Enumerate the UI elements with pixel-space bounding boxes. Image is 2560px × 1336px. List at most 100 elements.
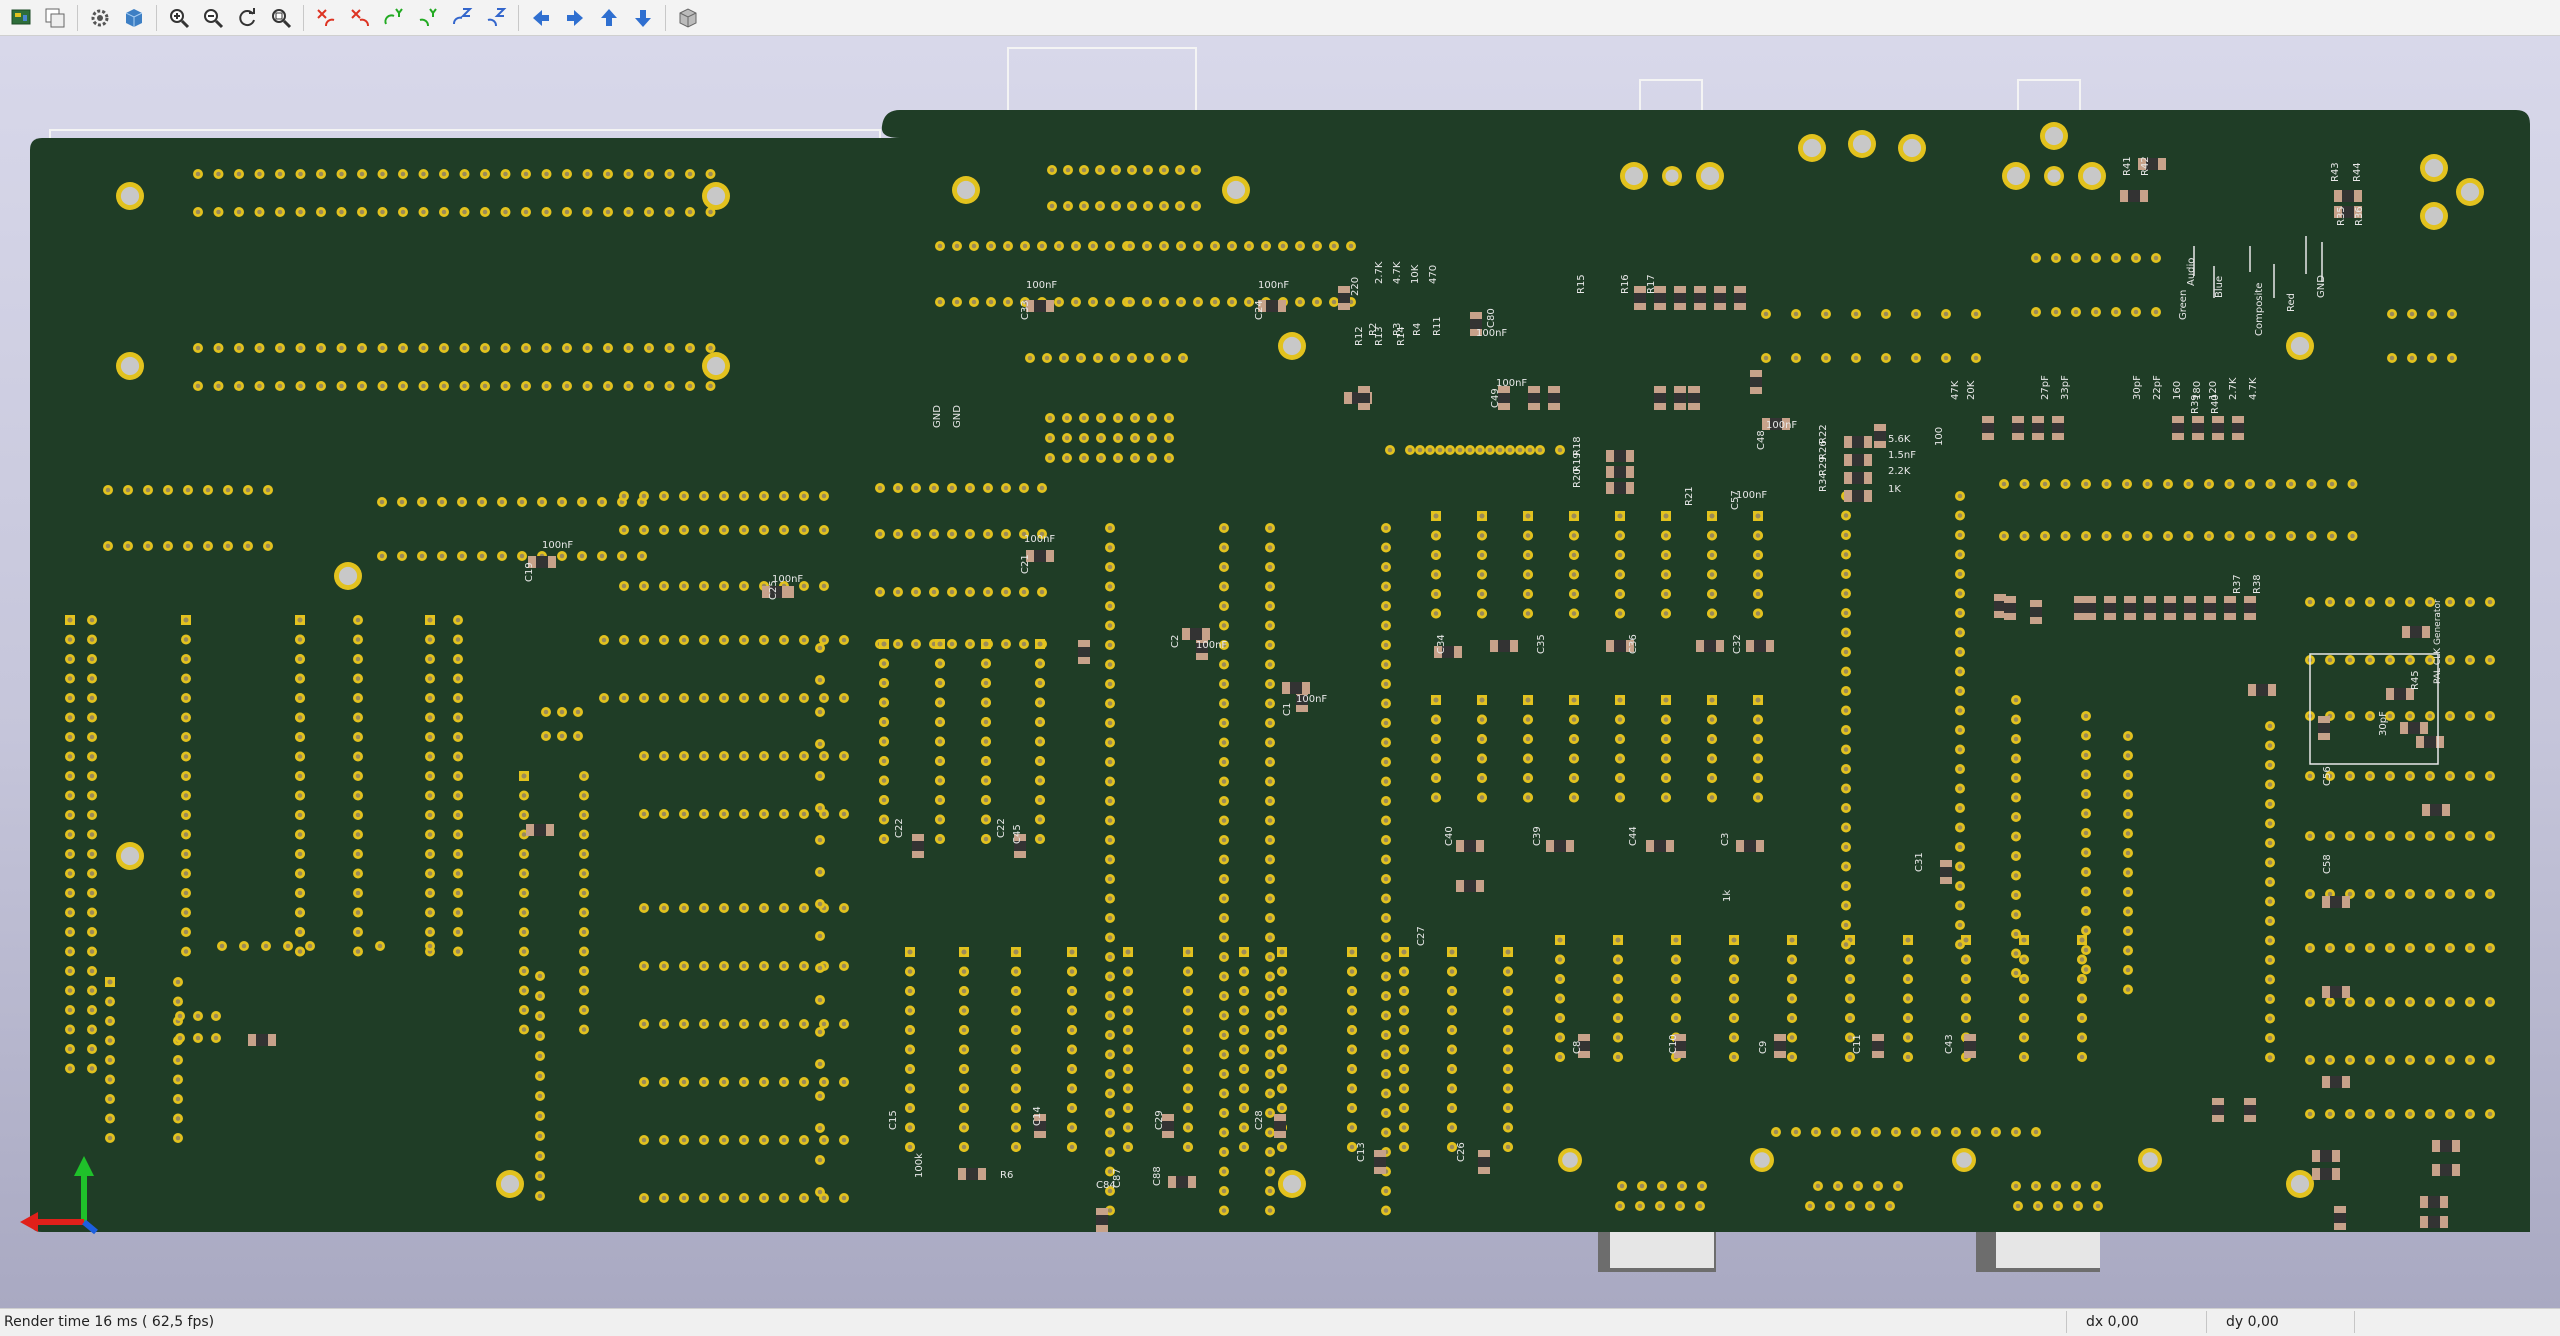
pad-hole xyxy=(1479,795,1485,800)
pad-hole xyxy=(482,209,488,215)
pad-hole xyxy=(1843,669,1849,674)
pad-hole xyxy=(2487,833,2493,839)
pad-hole xyxy=(1241,969,1247,974)
pad-hole xyxy=(380,383,385,389)
rotate-y-cw-button[interactable] xyxy=(379,3,409,33)
pad-hole xyxy=(1709,591,1715,597)
pad-hole xyxy=(1383,915,1389,921)
smd-part xyxy=(2184,596,2196,620)
pad-hole xyxy=(195,1013,201,1019)
pad-hole xyxy=(2367,1111,2373,1117)
pad-hole xyxy=(967,589,973,595)
pad-hole xyxy=(579,553,585,559)
pad-hole xyxy=(2467,773,2473,779)
pcb-editor-button[interactable] xyxy=(6,3,36,33)
pad-hole xyxy=(2449,311,2455,317)
pad-hole xyxy=(1013,1086,1019,1091)
move-up-button[interactable] xyxy=(594,3,624,33)
pad-hole xyxy=(821,1021,827,1027)
preferences-button[interactable] xyxy=(85,3,115,33)
pad-hole xyxy=(2367,891,2373,897)
redraw-button[interactable] xyxy=(232,3,262,33)
pad-hole xyxy=(1073,243,1079,249)
pad-hole xyxy=(2013,756,2019,761)
pad-hole xyxy=(1279,949,1285,955)
pad-hole xyxy=(721,493,727,499)
zoom-out-button[interactable] xyxy=(198,3,228,33)
pad-hole xyxy=(521,1027,527,1032)
pad-hole xyxy=(1847,1015,1853,1021)
rotate-z-cw-button[interactable] xyxy=(447,3,477,33)
zoom-in-button[interactable] xyxy=(164,3,194,33)
3d-viewport[interactable]: 100nF 100nF 100nF 100nF 100nF 100nF 100nF 100nF… xyxy=(0,36,2560,1308)
pad-hole xyxy=(661,527,667,533)
rotate-y-ccw-button[interactable] xyxy=(413,3,443,33)
silk-text: 30pF xyxy=(2378,711,2389,736)
move-left-button[interactable] xyxy=(526,3,556,33)
pad-hole xyxy=(2467,891,2473,897)
pad-hole xyxy=(2267,899,2273,904)
pad-hole xyxy=(521,929,527,935)
pad-hole xyxy=(1279,1066,1285,1072)
ortho-view-button[interactable] xyxy=(673,3,703,33)
smd-part xyxy=(2322,896,2350,908)
silk-text: 30pF xyxy=(2132,375,2143,400)
pad-hole xyxy=(581,812,587,818)
pad-hole xyxy=(455,656,461,662)
move-right-button[interactable] xyxy=(560,3,590,33)
rotate-z-ccw-button[interactable] xyxy=(481,3,511,33)
pad-hole xyxy=(359,209,365,215)
pad-hole xyxy=(2387,833,2393,839)
pad-hole xyxy=(585,171,590,177)
pad-hole xyxy=(1383,545,1389,550)
rotate-x-cw-button[interactable] xyxy=(311,3,341,33)
pad-hole xyxy=(1479,572,1485,577)
pad-hole xyxy=(183,832,189,837)
pad-hole xyxy=(89,1046,95,1052)
pad-hole xyxy=(721,583,727,589)
pad-hole xyxy=(2467,945,2473,951)
copy-image-button[interactable] xyxy=(40,3,70,33)
pad-hole xyxy=(1221,779,1227,784)
zoom-fit-button[interactable] xyxy=(266,3,296,33)
pad-hole xyxy=(687,209,693,215)
pad-hole xyxy=(1125,1144,1131,1150)
move-down-button[interactable] xyxy=(628,3,658,33)
pad-hole xyxy=(1843,688,1849,694)
rotate-x-ccw-button[interactable] xyxy=(345,3,375,33)
pad-hole xyxy=(1221,525,1227,531)
pad-hole xyxy=(537,1113,543,1119)
pad-hole xyxy=(1793,355,1799,361)
pad-hole xyxy=(619,553,625,559)
pad-hole xyxy=(216,383,221,389)
pad-hole xyxy=(1853,355,1859,361)
pad-hole xyxy=(1069,1066,1075,1072)
silk-text: R45 xyxy=(2410,670,2421,690)
pad-hole xyxy=(297,617,303,623)
pad-hole xyxy=(479,499,485,505)
pad-hole xyxy=(1943,311,1949,317)
pad-hole xyxy=(543,709,549,715)
pad-hole xyxy=(2186,481,2191,487)
pad-hole xyxy=(1221,564,1227,570)
smd-part xyxy=(2322,1076,2350,1088)
pad-hole xyxy=(1090,243,1096,249)
pcb-board-render[interactable]: 100nF 100nF100nF100nF100nF100nF100nF100nF… xyxy=(0,36,2560,1308)
pad-hole xyxy=(2350,481,2355,487)
pad-hole xyxy=(1129,167,1135,173)
pad-hole xyxy=(523,383,529,389)
pad-hole xyxy=(89,1007,95,1013)
pad-hole xyxy=(2307,773,2313,779)
pad-hole xyxy=(931,589,937,595)
pad-hole xyxy=(701,753,707,759)
silk-text: C43 xyxy=(1944,1034,1955,1054)
pad-hole xyxy=(2073,1183,2079,1189)
pad-hole xyxy=(1049,203,1055,209)
pad-hole xyxy=(2063,481,2068,487)
pad-hole xyxy=(585,209,590,215)
pad-hole xyxy=(2409,355,2415,361)
pad-hole xyxy=(1663,717,1669,722)
pad-hole xyxy=(455,871,461,876)
raytracing-button[interactable] xyxy=(119,3,149,33)
pad-hole xyxy=(881,758,887,764)
